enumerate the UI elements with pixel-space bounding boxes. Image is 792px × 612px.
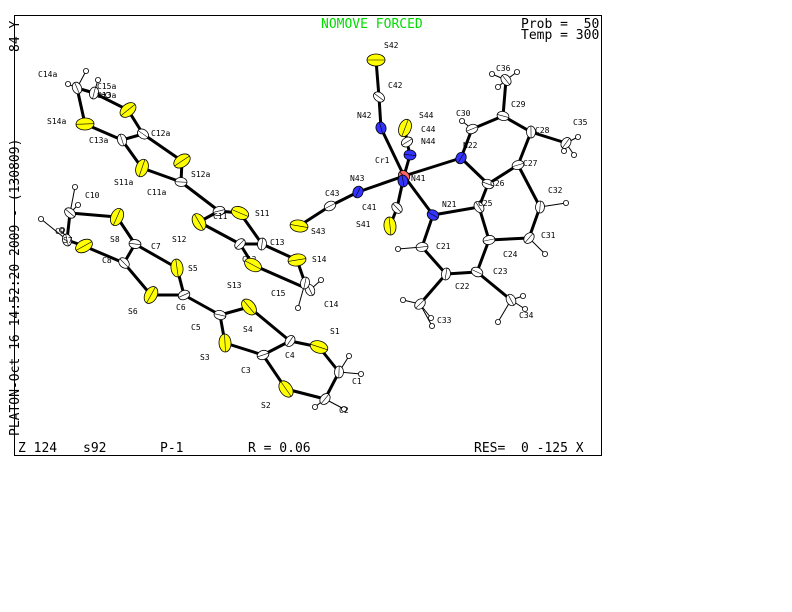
atom-label-C2: C2 bbox=[339, 406, 349, 415]
atom-label-C11: C11 bbox=[213, 212, 228, 221]
atom-label-S43: S43 bbox=[311, 227, 326, 236]
atom-label-C4: C4 bbox=[285, 351, 295, 360]
atom-label-C29: C29 bbox=[511, 100, 526, 109]
atom-label-C36: C36 bbox=[496, 64, 511, 73]
bond-C27-C32 bbox=[516, 164, 542, 208]
atom-label-N44: N44 bbox=[421, 137, 436, 146]
atom-label-C22: C22 bbox=[455, 282, 470, 291]
hydrogen-atom bbox=[571, 151, 578, 158]
hydrogen-atom bbox=[520, 292, 527, 299]
atom-label-C6: C6 bbox=[176, 303, 186, 312]
atom-label-N42: N42 bbox=[357, 111, 372, 120]
atom-label-N22: N22 bbox=[463, 141, 478, 150]
atom-label-C27: C27 bbox=[523, 159, 538, 168]
hydrogen-atom bbox=[427, 314, 434, 321]
bond-C10-S8 bbox=[69, 211, 118, 219]
atom-label-N43: N43 bbox=[350, 174, 365, 183]
hydrogen-atom bbox=[428, 322, 435, 329]
atom-label-S13a: S13a bbox=[97, 91, 116, 100]
atom-label-C43: C43 bbox=[325, 189, 340, 198]
hydrogen-atom bbox=[563, 199, 570, 206]
atom-label-S14: S14 bbox=[312, 255, 327, 264]
atom-label-S5: S5 bbox=[188, 264, 198, 273]
hydrogen-atom bbox=[75, 201, 82, 208]
atom-label-S14a: S14a bbox=[47, 117, 66, 126]
atom-label-C31: C31 bbox=[541, 231, 556, 240]
atom-label-C28: C28 bbox=[535, 126, 550, 135]
atom-label-S12a: S12a bbox=[191, 170, 210, 179]
atom-label-S3: S3 bbox=[200, 353, 210, 362]
atom-label-S12: S12 bbox=[172, 235, 187, 244]
atom-label-C5: C5 bbox=[191, 323, 201, 332]
atom-label-S11a: S11a bbox=[114, 178, 133, 187]
hydrogen-atom bbox=[575, 133, 582, 140]
atom-label-S13: S13 bbox=[227, 281, 242, 290]
hydrogen-atom bbox=[494, 84, 501, 91]
atom-label-S41: S41 bbox=[356, 220, 371, 229]
bond-Cr1-N43 bbox=[357, 174, 405, 194]
hydrogen-atom bbox=[561, 147, 568, 154]
bond-C12a-S12a bbox=[142, 132, 183, 163]
atom-label-C21: C21 bbox=[436, 242, 451, 251]
atom-label-S2: S2 bbox=[261, 401, 271, 410]
atom-label-C30: C30 bbox=[456, 109, 471, 118]
atom-label-C11a: C11a bbox=[147, 188, 166, 197]
hydrogen-atom bbox=[458, 118, 465, 125]
atom-label-C15: C15 bbox=[271, 289, 286, 298]
atom-label-S4: S4 bbox=[243, 325, 253, 334]
hydrogen-atom bbox=[311, 403, 318, 410]
bond-C23-C34 bbox=[476, 270, 512, 302]
atom-label-C25: C25 bbox=[478, 199, 493, 208]
atom-label-C32: C32 bbox=[548, 186, 563, 195]
hydrogen-atom bbox=[38, 215, 45, 222]
atom-label-C9: C9 bbox=[55, 227, 65, 236]
atom-label-C10: C10 bbox=[85, 191, 100, 200]
atom-label-N41: N41 bbox=[411, 174, 426, 183]
hydrogen-atom bbox=[357, 370, 364, 377]
atom-label-C33: C33 bbox=[437, 316, 452, 325]
hydrogen-atom bbox=[394, 245, 401, 252]
atom-label-C35: C35 bbox=[573, 118, 588, 127]
atom-label-C7: C7 bbox=[151, 242, 161, 251]
molecule-diagram: S42 C42 N42 S44 C44 N44 Cr1 N41 N43 C43 S43 C41 S41 N… bbox=[38, 41, 588, 415]
atom-label-C26: C26 bbox=[490, 179, 505, 188]
hydrogen-atom bbox=[294, 304, 301, 311]
atom-label-C14: C14 bbox=[324, 300, 339, 309]
hydrogen-atom bbox=[83, 68, 90, 75]
hydrogen-atom bbox=[72, 183, 79, 190]
hydrogen-atom bbox=[488, 71, 495, 78]
bond-C11a-C11 bbox=[180, 180, 220, 213]
hydrogen-atom bbox=[494, 318, 501, 325]
hydrogen-atom bbox=[542, 250, 549, 257]
atom-label-S11: S11 bbox=[255, 209, 270, 218]
atom-label-C1: C1 bbox=[352, 377, 362, 386]
atom-label-Cr1: Cr1 bbox=[375, 156, 390, 165]
atom-label-C34: C34 bbox=[519, 311, 534, 320]
atom-label-C13: C13 bbox=[270, 238, 285, 247]
atom-label-S7: S7 bbox=[63, 236, 73, 245]
atom-label-C15a: C15a bbox=[97, 82, 116, 91]
atom-label-N21: N21 bbox=[442, 200, 457, 209]
atom-label-C23: C23 bbox=[493, 267, 508, 276]
hydrogen-atom bbox=[399, 296, 406, 303]
atom-label-S44: S44 bbox=[419, 111, 434, 120]
atom-label-C42: C42 bbox=[388, 81, 403, 90]
hydrogen-atom bbox=[514, 69, 521, 76]
atom-label-C12a: C12a bbox=[151, 129, 170, 138]
atom-label-S6: S6 bbox=[128, 307, 138, 316]
atom-label-C8: C8 bbox=[102, 256, 112, 265]
hydrogen-atom bbox=[317, 276, 324, 283]
bond-C22-C21 bbox=[420, 246, 448, 275]
atom-label-S8: S8 bbox=[110, 235, 120, 244]
atom-label-C44: C44 bbox=[421, 125, 436, 134]
atom-label-C14a: C14a bbox=[38, 70, 57, 79]
hydrogen-atom bbox=[65, 81, 72, 88]
atom-label-C41: C41 bbox=[362, 203, 377, 212]
atom-label-S42: S42 bbox=[384, 41, 399, 50]
hydrogen-atom bbox=[345, 352, 352, 359]
atom-label-C13a: C13a bbox=[89, 136, 108, 145]
atom-label-S1: S1 bbox=[330, 327, 340, 336]
atom-label-C3: C3 bbox=[241, 366, 251, 375]
atom-label-C24: C24 bbox=[503, 250, 518, 259]
